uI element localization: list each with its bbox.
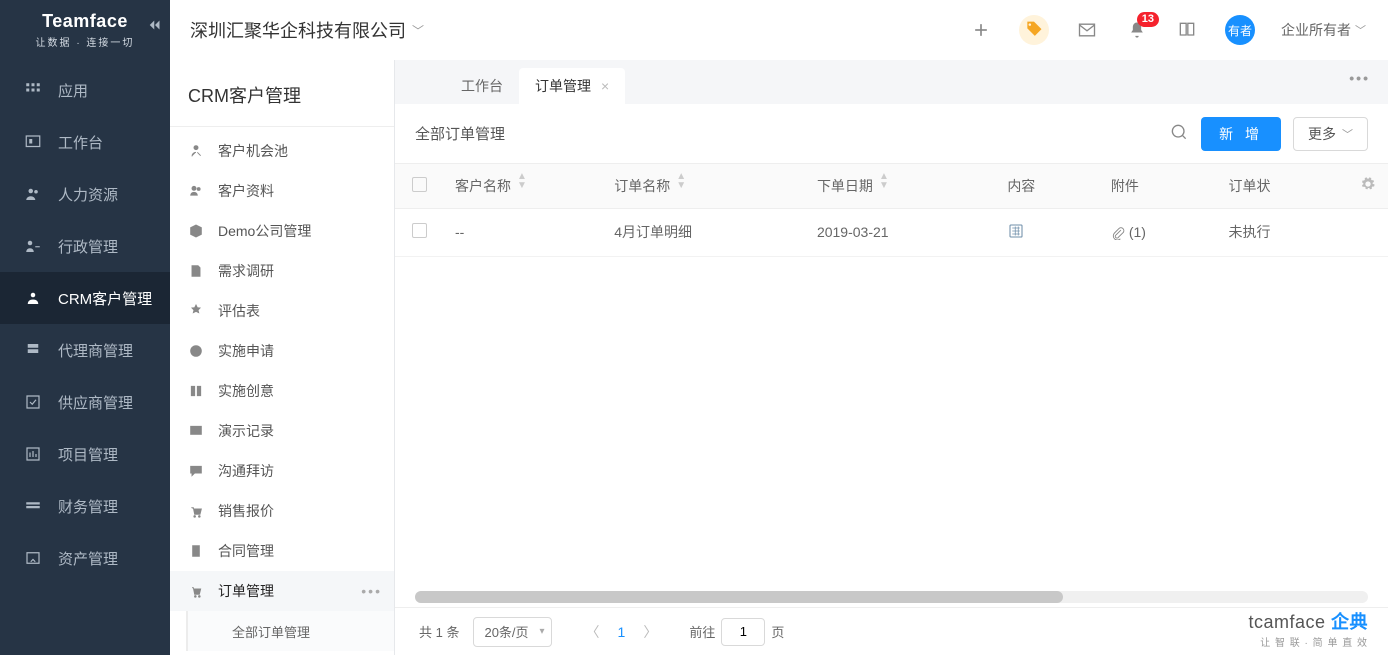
tabs-row: 工作台 订单管理× ••• (395, 60, 1388, 104)
subnav-quote[interactable]: 销售报价 (170, 491, 394, 531)
company-selector[interactable]: 深圳汇聚华企科技有限公司 ﹀ (190, 17, 424, 43)
nav-finance[interactable]: 财务管理 (0, 480, 170, 532)
chevron-down-icon: ﹀ (412, 22, 424, 39)
subnav-evaluation[interactable]: 评估表 (170, 291, 394, 331)
tag-icon[interactable] (1019, 15, 1049, 45)
col-customer[interactable]: 客户名称▲▼ (443, 164, 602, 208)
search-icon[interactable] (1169, 122, 1189, 145)
sub-sidebar: CRM客户管理 客户机会池 客户资料 Demo公司管理 需求调研 评估表 实施申… (170, 60, 395, 655)
nav-hr[interactable]: 人力资源 (0, 168, 170, 220)
nav-asset[interactable]: 资产管理 (0, 532, 170, 584)
cell-attachment[interactable]: (1) (1099, 208, 1217, 256)
page-number[interactable]: 1 (618, 624, 626, 640)
col-content[interactable]: 内容 (995, 164, 1099, 208)
subnav-implement-apply[interactable]: 实施申请 (170, 331, 394, 371)
table-row[interactable]: -- 4月订单明细 2019-03-21 (1) 未执行 (395, 208, 1388, 256)
chevron-down-icon: ▾ (540, 626, 545, 637)
cell-date: 2019-03-21 (805, 208, 995, 256)
select-all-checkbox[interactable] (412, 177, 427, 192)
subnav-demo-record[interactable]: 演示记录 (170, 411, 394, 451)
close-icon[interactable]: × (601, 78, 609, 94)
subnav-customer-pool[interactable]: 客户机会池 (170, 131, 394, 171)
left-nav: 应用 工作台 人力资源 行政管理 CRM客户管理 代理商管理 供应商管理 项目管… (0, 60, 170, 655)
cell-status: 未执行 (1217, 208, 1348, 256)
brand-tagline: 让数据 · 连接一切 (36, 34, 135, 49)
nav-admin[interactable]: 行政管理 (0, 220, 170, 272)
subnav-order-all[interactable]: 全部订单管理 (186, 611, 394, 651)
cell-order: 4月订单明细 (602, 208, 805, 256)
total-text: 共 1 条 (419, 622, 459, 641)
nav-supplier[interactable]: 供应商管理 (0, 376, 170, 428)
notification-badge: 13 (1137, 12, 1159, 27)
page-title: 全部订单管理 (415, 123, 505, 144)
nav-project[interactable]: 项目管理 (0, 428, 170, 480)
add-button[interactable]: 新 增 (1201, 117, 1281, 151)
subnav-visit[interactable]: 沟通拜访 (170, 451, 394, 491)
mail-icon[interactable] (1075, 18, 1099, 42)
subnav-order[interactable]: 订单管理••• (170, 571, 394, 611)
tabs-more-icon[interactable]: ••• (1349, 70, 1370, 86)
column-settings-icon[interactable] (1348, 164, 1388, 208)
nav-workbench[interactable]: 工作台 (0, 116, 170, 168)
avatar[interactable]: 有者 (1225, 15, 1255, 45)
col-date[interactable]: 下单日期▲▼ (805, 164, 995, 208)
nav-apps[interactable]: 应用 (0, 64, 170, 116)
subnav-requirements[interactable]: 需求调研 (170, 251, 394, 291)
subnav-contract[interactable]: 合同管理 (170, 531, 394, 571)
bell-icon[interactable]: 13 (1125, 18, 1149, 42)
brand-name: Teamface (36, 11, 135, 32)
cell-content[interactable] (995, 208, 1099, 256)
more-button[interactable]: 更多﹀ (1293, 117, 1368, 151)
subnav-customer-info[interactable]: 客户资料 (170, 171, 394, 211)
jump-suffix: 页 (771, 622, 784, 641)
add-icon[interactable] (969, 18, 993, 42)
nav-agent[interactable]: 代理商管理 (0, 324, 170, 376)
col-status[interactable]: 订单状 (1217, 164, 1348, 208)
book-icon[interactable] (1175, 18, 1199, 42)
jump-prefix: 前往 (689, 622, 715, 641)
more-icon[interactable]: ••• (361, 583, 382, 599)
footer-brand: tcamface 企典 让 智 联 · 简 单 直 效 (1248, 608, 1368, 649)
sub-sidebar-title: CRM客户管理 (170, 60, 394, 127)
company-name-text: 深圳汇聚华企科技有限公司 (190, 17, 406, 43)
col-attachment[interactable]: 附件 (1099, 164, 1217, 208)
order-table: 客户名称▲▼ 订单名称▲▼ 下单日期▲▼ 内容 附件 订单状 -- 4月订单明细… (395, 164, 1388, 257)
pagination: 共 1 条 20条/页▾ 〈 1 〉 前往 页 (395, 607, 1388, 655)
page-next[interactable]: 〉 (643, 622, 657, 642)
nav-crm[interactable]: CRM客户管理 (0, 272, 170, 324)
collapse-sidebar-icon[interactable] (146, 16, 164, 39)
cell-customer: -- (443, 208, 602, 256)
tab-workbench[interactable]: 工作台 (445, 68, 519, 104)
horizontal-scrollbar[interactable] (415, 591, 1368, 603)
chevron-down-icon: ﹀ (1342, 126, 1353, 142)
tab-order[interactable]: 订单管理× (519, 68, 625, 104)
owner-role-dropdown[interactable]: 企业所有者 ﹀ (1281, 20, 1366, 40)
col-order[interactable]: 订单名称▲▼ (602, 164, 805, 208)
jump-input[interactable] (721, 618, 765, 646)
subnav-demo-company[interactable]: Demo公司管理 (170, 211, 394, 251)
row-checkbox[interactable] (412, 223, 427, 238)
chevron-down-icon: ﹀ (1355, 22, 1366, 38)
brand-block: Teamface 让数据 · 连接一切 (0, 0, 170, 60)
subnav-implement-idea[interactable]: 实施创意 (170, 371, 394, 411)
page-size-select[interactable]: 20条/页▾ (473, 617, 551, 647)
page-prev[interactable]: 〈 (586, 622, 600, 642)
